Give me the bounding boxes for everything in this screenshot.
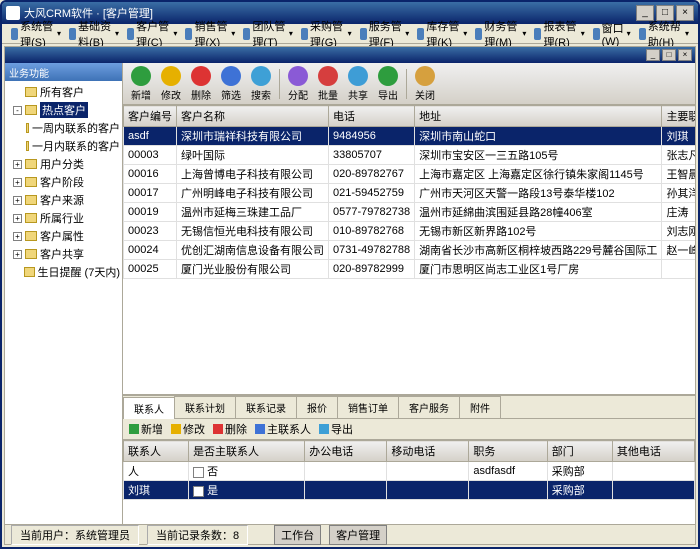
- tree-node-child[interactable]: 一周内联系的客户: [5, 119, 122, 137]
- detail-tab[interactable]: 联系计划: [174, 396, 236, 418]
- col-header[interactable]: 移动电话: [387, 441, 469, 462]
- menu-item[interactable]: 系统管理(S)▾: [8, 18, 64, 50]
- menubar: 系统管理(S)▾基础资料(B)▾客户管理(C)▾销售管理(X)▾团队管理(T)▾…: [2, 24, 698, 44]
- detail-tb-修改[interactable]: 修改: [171, 421, 205, 437]
- detail-tb-主联系人[interactable]: 主联系人: [255, 421, 311, 437]
- menu-item[interactable]: 团队管理(T)▾: [240, 18, 296, 50]
- detail-tb-导出[interactable]: 导出: [319, 421, 353, 437]
- col-header[interactable]: 部门: [547, 441, 612, 462]
- sidebar: 业务功能 所有客户-热点客户一周内联系的客户一月内联系的客户+用户分类+客户阶段…: [5, 63, 123, 524]
- mdi-minimize[interactable]: _: [646, 49, 660, 61]
- menu-item[interactable]: 库存管理(K)▾: [414, 18, 470, 50]
- toolbar-批量[interactable]: 批量: [316, 66, 340, 102]
- tree-node[interactable]: 所有客户: [5, 83, 122, 101]
- toolbar-修改[interactable]: 修改: [159, 66, 183, 102]
- col-header[interactable]: 是否主联系人: [189, 441, 305, 462]
- col-header[interactable]: 主要联系人: [662, 106, 695, 127]
- tree-node[interactable]: +客户来源: [5, 191, 122, 209]
- menu-item[interactable]: 财务管理(M)▾: [472, 18, 529, 50]
- table-row[interactable]: 00016上海曾博电子科技有限公司020-89782767上海市嘉定区 上海嘉定…: [124, 165, 696, 184]
- table-row[interactable]: asdf深圳市瑞祥科技有限公司9484956深圳市南山蛇口刘琪张一凡: [124, 127, 696, 146]
- col-header[interactable]: 客户编号: [124, 106, 177, 127]
- table-row[interactable]: 刘琪 是采购部: [124, 481, 695, 500]
- menu-item[interactable]: 销售管理(X)▾: [182, 18, 238, 50]
- toolbar-搜索[interactable]: 搜索: [249, 66, 273, 102]
- detail-tab[interactable]: 销售订单: [337, 396, 399, 418]
- detail-toolbar: 新增修改删除主联系人导出: [123, 419, 695, 440]
- detail-panel: 联系人联系计划联系记录报价销售订单客户服务附件 新增修改删除主联系人导出 联系人…: [123, 394, 695, 524]
- toolbar-导出[interactable]: 导出: [376, 66, 400, 102]
- col-header[interactable]: 地址: [415, 106, 662, 127]
- tree-node[interactable]: 生日提醒 (7天内): [5, 263, 122, 281]
- detail-tab[interactable]: 联系记录: [235, 396, 297, 418]
- toolbar-新增[interactable]: 新增: [129, 66, 153, 102]
- col-header[interactable]: 电话: [329, 106, 415, 127]
- detail-tab[interactable]: 联系人: [123, 397, 175, 419]
- menu-item[interactable]: 系统帮助(H)▾: [636, 18, 692, 50]
- statusbar: 当前用户：系统管理员 当前记录条数：8 工作台 客户管理: [5, 524, 695, 544]
- toolbar-删除[interactable]: 删除: [189, 66, 213, 102]
- table-row[interactable]: 00023无锡信恒光电科技有限公司010-89782768无锡市新区新界路102…: [124, 222, 696, 241]
- table-row[interactable]: 00003绿叶国际33805707深圳市宝安区一三五路105号张志凡刘翔7878…: [124, 146, 696, 165]
- tree-node[interactable]: +客户属性: [5, 227, 122, 245]
- mdi-titlebar: _ □ ×: [5, 47, 695, 63]
- table-row[interactable]: 00017广州明峰电子科技有限公司021-59452759广州市天河区天警一路段…: [124, 184, 696, 203]
- tree-node-child[interactable]: 一月内联系的客户: [5, 137, 122, 155]
- menu-item[interactable]: 窗口(W)▾: [590, 20, 634, 48]
- table-row[interactable]: 00025厦门光业股份有限公司020-89782999厦门市思明区尚志工业区1号…: [124, 260, 696, 279]
- toolbar: 新增修改删除筛选搜索分配批量共享导出关闭: [123, 63, 695, 105]
- col-header[interactable]: 职务: [469, 441, 547, 462]
- menu-item[interactable]: 客户管理(C)▾: [124, 18, 180, 50]
- col-header[interactable]: 其他电话: [612, 441, 694, 462]
- col-header[interactable]: 联系人: [124, 441, 189, 462]
- checkbox[interactable]: [193, 486, 204, 497]
- table-row[interactable]: 人 否asdfasdf采购部: [124, 462, 695, 481]
- tree-node[interactable]: +所属行业: [5, 209, 122, 227]
- menu-item[interactable]: 采购管理(G)▾: [298, 18, 355, 50]
- toolbar-筛选[interactable]: 筛选: [219, 66, 243, 102]
- detail-tab[interactable]: 报价: [296, 396, 338, 418]
- status-user: 当前用户：系统管理员: [11, 525, 139, 545]
- tree-node[interactable]: +用户分类: [5, 155, 122, 173]
- detail-tab[interactable]: 附件: [459, 396, 501, 418]
- mdi-close[interactable]: ×: [678, 49, 692, 61]
- bottom-tab-customer[interactable]: 客户管理: [329, 525, 387, 545]
- menu-item[interactable]: 报表管理(R)▾: [531, 18, 587, 50]
- detail-tabs: 联系人联系计划联系记录报价销售订单客户服务附件: [123, 396, 695, 419]
- detail-tb-新增[interactable]: 新增: [129, 421, 163, 437]
- detail-tb-删除[interactable]: 删除: [213, 421, 247, 437]
- bottom-tab-workspace[interactable]: 工作台: [274, 525, 321, 545]
- status-count: 当前记录条数：8: [147, 525, 248, 545]
- tree-node[interactable]: -热点客户: [5, 101, 122, 119]
- tree-node[interactable]: +客户共享: [5, 245, 122, 263]
- menu-item[interactable]: 服务管理(F)▾: [357, 18, 413, 50]
- tree-node[interactable]: +客户阶段: [5, 173, 122, 191]
- col-header[interactable]: 办公电话: [305, 441, 387, 462]
- detail-grid[interactable]: 联系人是否主联系人办公电话移动电话职务部门其他电话人 否asdfasdf采购部刘…: [123, 440, 695, 524]
- tree[interactable]: 所有客户-热点客户一周内联系的客户一月内联系的客户+用户分类+客户阶段+客户来源…: [5, 81, 122, 524]
- toolbar-分配[interactable]: 分配: [286, 66, 310, 102]
- col-header[interactable]: 客户名称: [177, 106, 329, 127]
- toolbar-关闭[interactable]: 关闭: [413, 66, 437, 102]
- checkbox[interactable]: [193, 467, 204, 478]
- detail-tab[interactable]: 客户服务: [398, 396, 460, 418]
- toolbar-共享[interactable]: 共享: [346, 66, 370, 102]
- main-grid[interactable]: 客户编号客户名称电话地址主要联系人拥有者联系人电话联系人手机传真asdf深圳市瑞…: [123, 105, 695, 394]
- menu-item[interactable]: 基础资料(B)▾: [66, 18, 122, 50]
- table-row[interactable]: 00019温州市延梅三珠建工品厂0577-79782738温州市延綿曲滨围延县路…: [124, 203, 696, 222]
- mdi-restore[interactable]: □: [662, 49, 676, 61]
- table-row[interactable]: 00024优创汇湖南信息设备有限公司0731-49782788湖南省长沙市高新区…: [124, 241, 696, 260]
- sidebar-title: 业务功能: [5, 63, 122, 81]
